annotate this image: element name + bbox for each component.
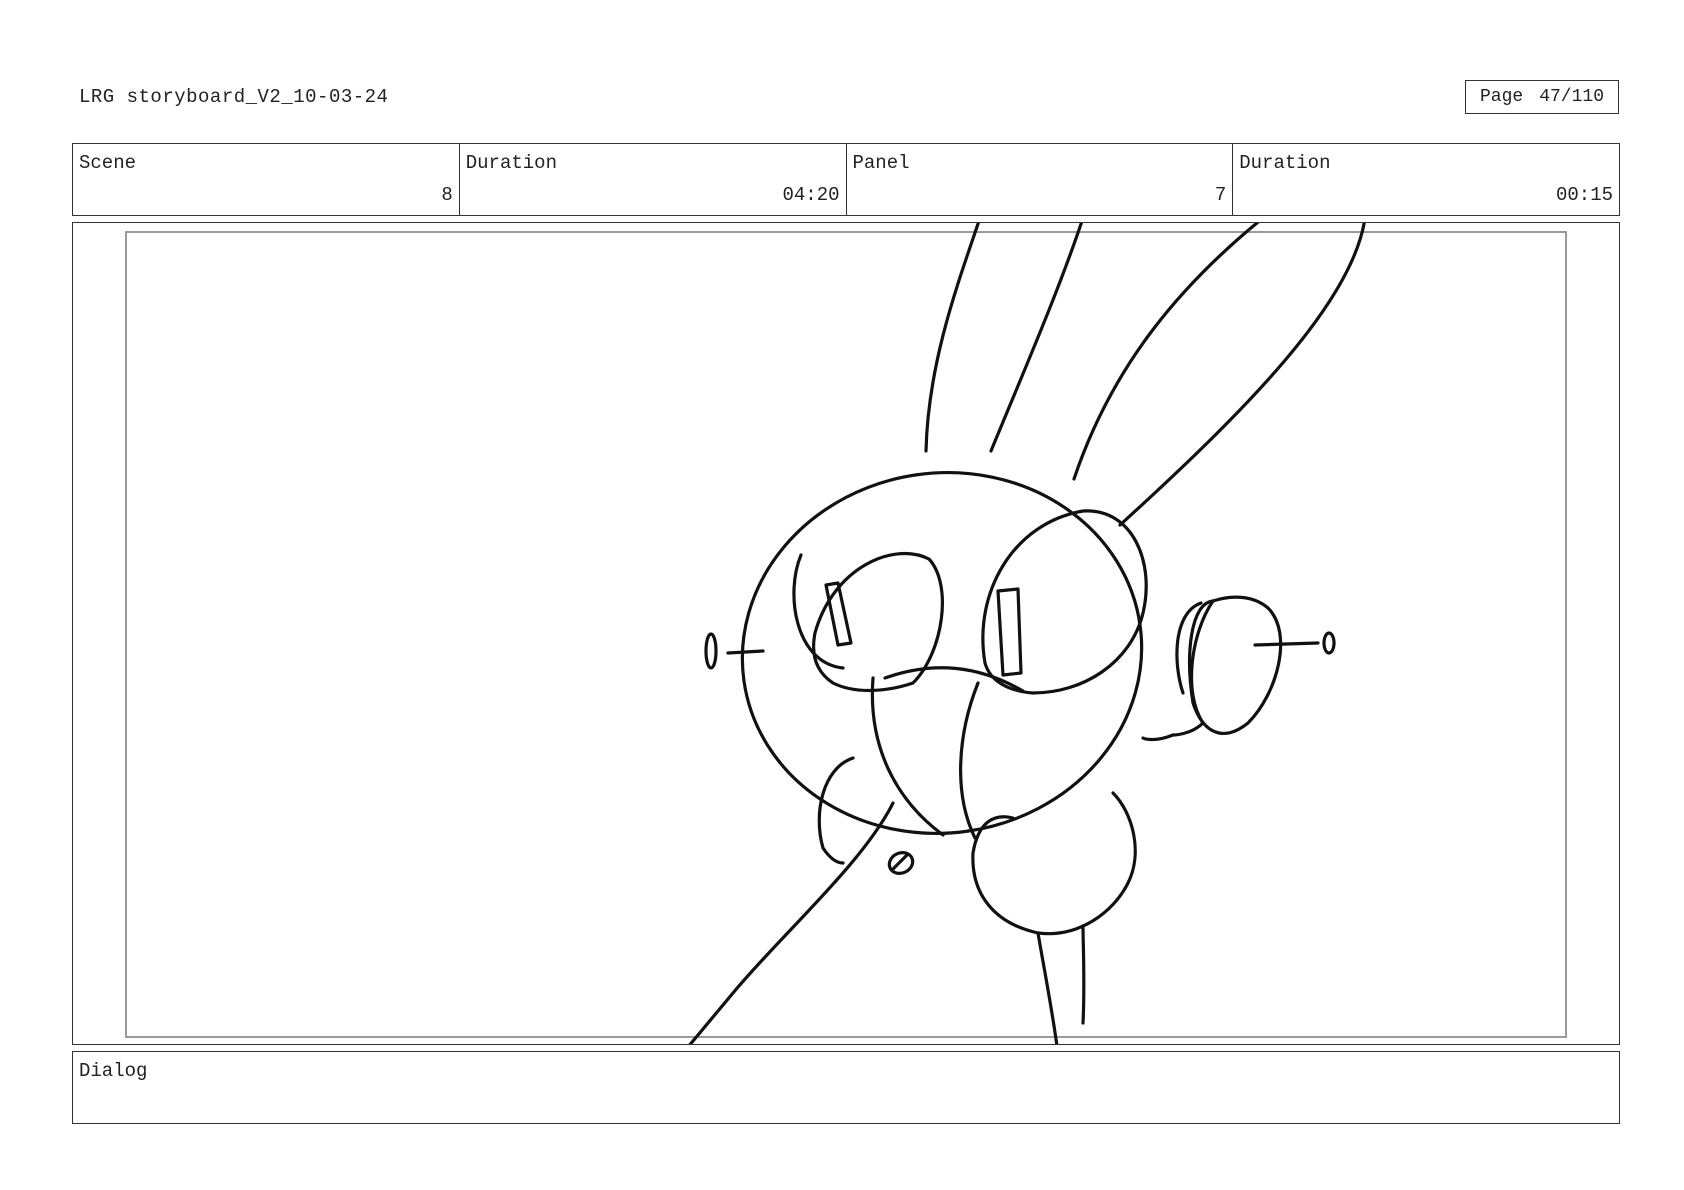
panel-cell: Panel 7 <box>847 144 1234 215</box>
scene-duration-label: Duration <box>465 152 557 174</box>
page-label: Page <box>1479 87 1524 107</box>
panel-duration-cell: Duration 00:15 <box>1233 144 1619 215</box>
page-indicator: Page 47/110 <box>1465 80 1619 114</box>
panel-label: Panel <box>852 152 910 174</box>
panel-info-row: Scene 8 Duration 04:20 Panel 7 Duration … <box>72 143 1620 216</box>
document-title: LRG storyboard_V2_10-03-24 <box>79 86 389 108</box>
rabbit-robot-sketch-icon <box>688 223 1366 1044</box>
dialog-box: Dialog <box>72 1051 1620 1124</box>
page-number: 47/110 <box>1539 87 1605 107</box>
scene-value: 8 <box>441 184 453 206</box>
scene-cell: Scene 8 <box>73 144 460 215</box>
scene-label: Scene <box>79 152 137 174</box>
scene-duration-value: 04:20 <box>782 184 840 206</box>
scene-duration-cell: Duration 04:20 <box>460 144 847 215</box>
panel-value: 7 <box>1214 184 1227 206</box>
storyboard-panel <box>72 222 1620 1045</box>
dialog-label: Dialog <box>79 1060 148 1082</box>
panel-duration-value: 00:15 <box>1555 184 1613 206</box>
panel-duration-label: Duration <box>1239 152 1331 174</box>
